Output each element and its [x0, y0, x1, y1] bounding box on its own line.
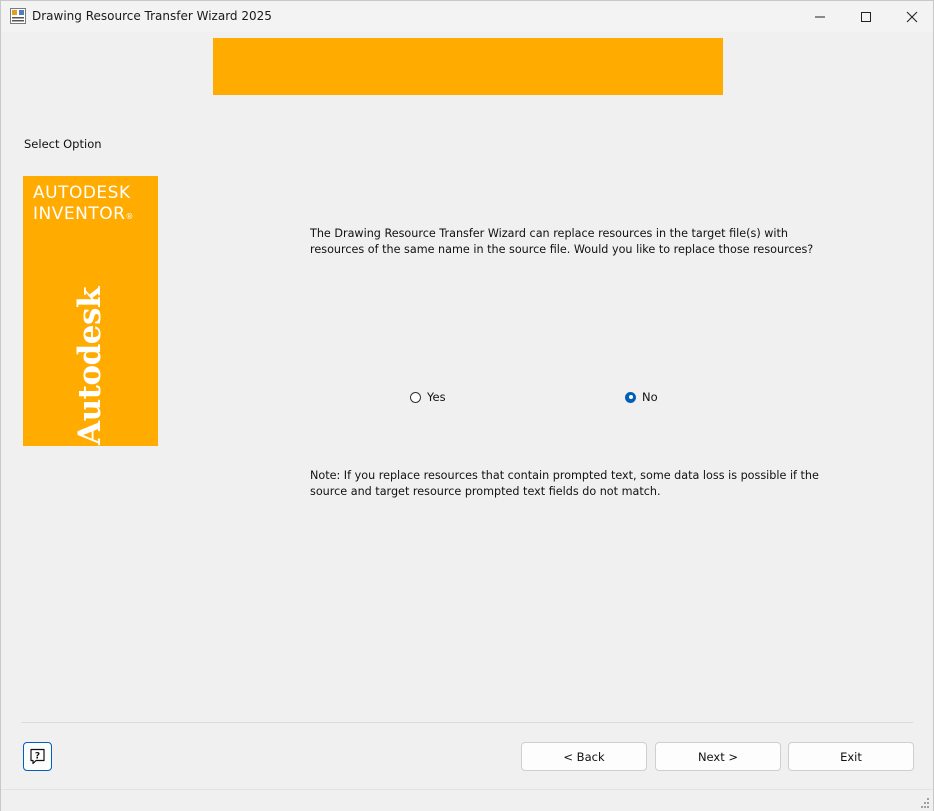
logo-line-autodesk: AUTODESK: [33, 183, 131, 203]
close-button[interactable]: [889, 1, 934, 32]
radio-no-label[interactable]: No: [642, 390, 658, 404]
exit-button[interactable]: Exit: [788, 742, 914, 771]
minimize-icon: [815, 16, 825, 17]
logo-line-inventor: INVENTOR®: [33, 204, 134, 224]
maximize-button[interactable]: [843, 1, 889, 32]
close-icon: [906, 11, 918, 22]
replace-option-group: Yes No: [410, 390, 710, 408]
back-button[interactable]: < Back: [521, 742, 647, 771]
help-button[interactable]: ?: [23, 742, 52, 771]
autodesk-wordmark: Autodesk: [72, 287, 108, 445]
product-name: AUTODESK INVENTOR®: [33, 183, 134, 225]
page-title: Select Option: [24, 137, 102, 151]
maximize-icon: [861, 11, 871, 22]
svg-text:?: ?: [35, 752, 40, 762]
help-icon: ?: [30, 748, 45, 765]
title-bar[interactable]: Drawing Resource Transfer Wizard 2025: [1, 1, 933, 32]
wizard-app-icon: [10, 8, 26, 24]
footer-divider: [21, 722, 913, 723]
next-button[interactable]: Next >: [655, 742, 781, 771]
status-bar: [1, 789, 933, 811]
radio-yes-indicator[interactable]: [410, 391, 421, 403]
autodesk-inventor-logo: AUTODESK INVENTOR® Autodesk: [23, 176, 158, 446]
resize-grip-icon[interactable]: [919, 798, 929, 808]
note-text: Note: If you replace resources that cont…: [310, 469, 819, 498]
description-text: The Drawing Resource Transfer Wizard can…: [310, 227, 814, 256]
window-title: Drawing Resource Transfer Wizard 2025: [32, 9, 272, 23]
radio-no[interactable]: No: [625, 390, 658, 404]
radio-no-indicator[interactable]: [625, 391, 636, 403]
wizard-window: Drawing Resource Transfer Wizard 2025 Se…: [0, 0, 934, 811]
radio-yes[interactable]: Yes: [410, 390, 446, 404]
minimize-button[interactable]: [797, 1, 843, 32]
header-banner: [213, 38, 723, 95]
radio-yes-label[interactable]: Yes: [427, 390, 446, 404]
